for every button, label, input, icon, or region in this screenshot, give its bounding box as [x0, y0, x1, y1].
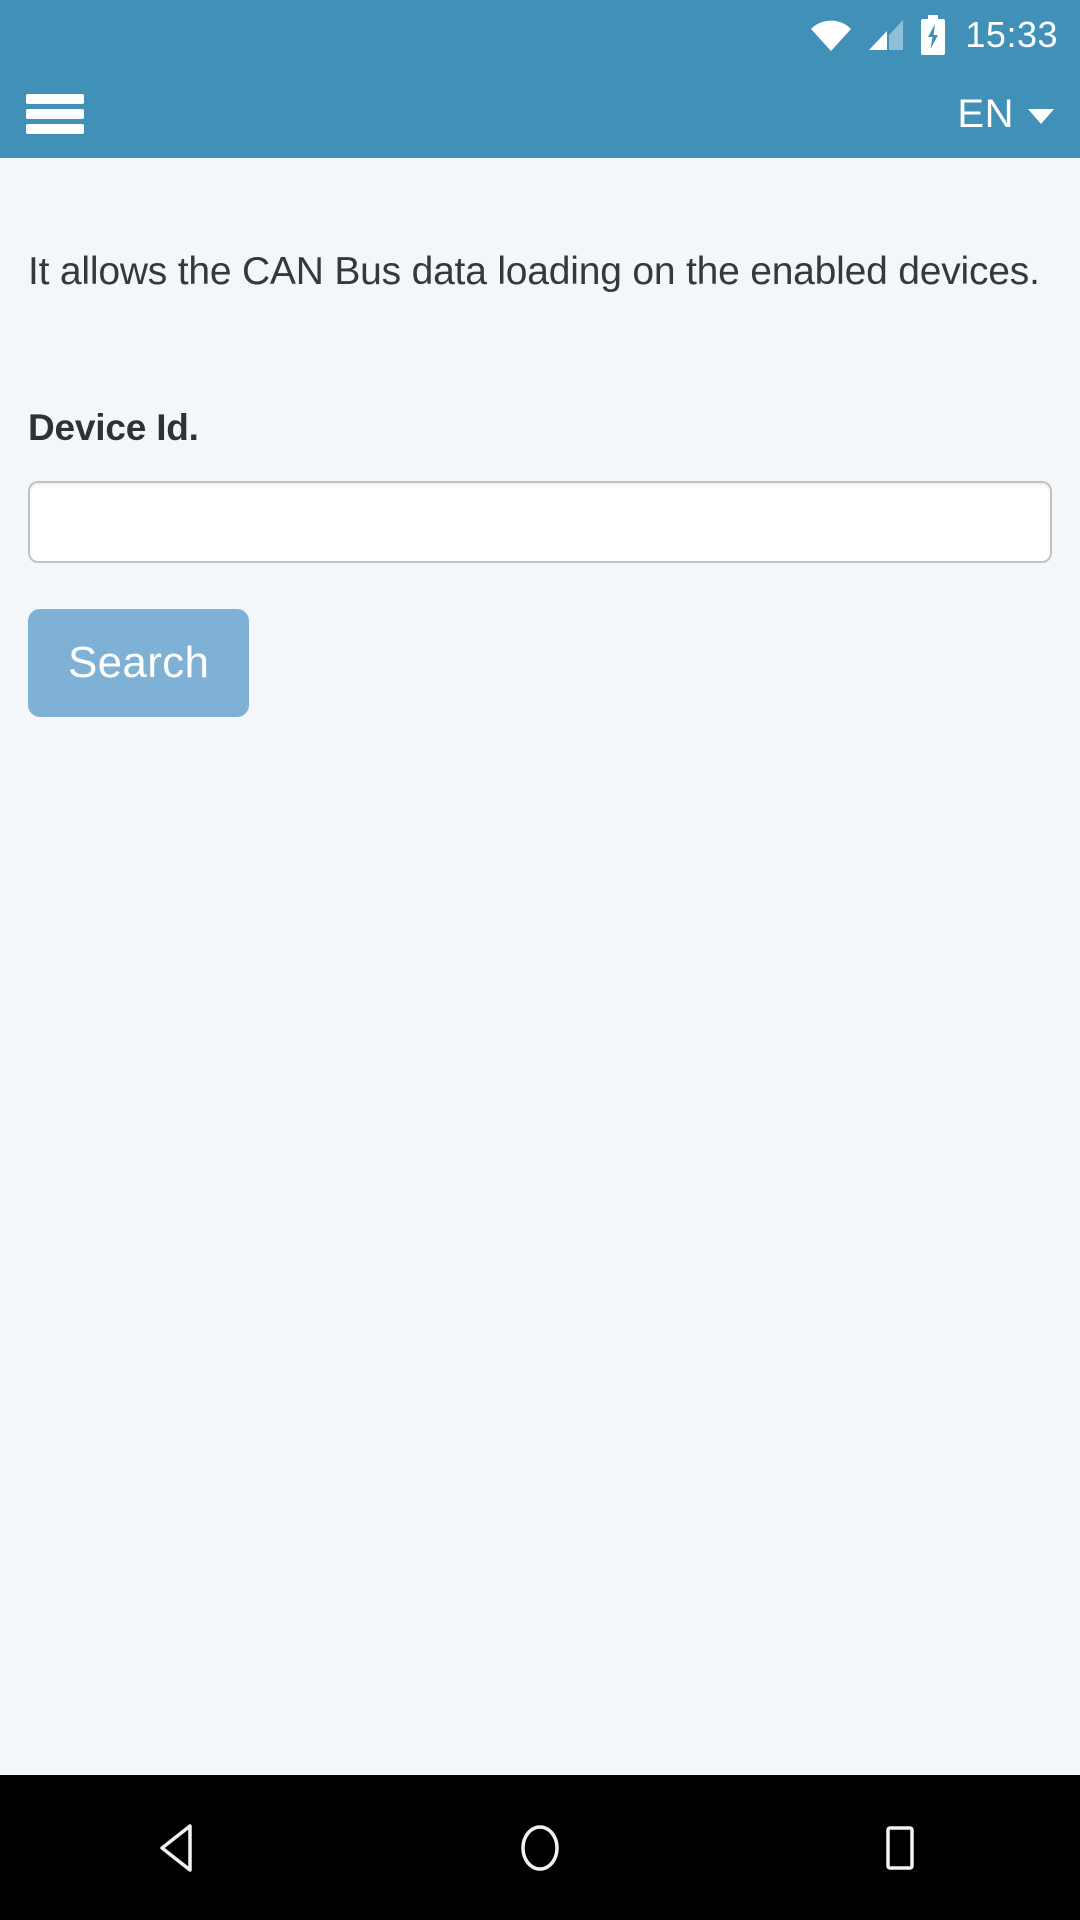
app-screen: 15:33 EN It allows the CAN Bus data load… [0, 0, 1080, 1920]
battery-charging-icon [919, 15, 947, 55]
android-navigation-bar [0, 1775, 1080, 1920]
language-label: EN [957, 91, 1014, 136]
hamburger-bar [26, 124, 84, 134]
search-button[interactable]: Search [28, 608, 250, 717]
wifi-icon [809, 18, 853, 52]
hamburger-bar [26, 109, 84, 119]
home-circle-icon [521, 1824, 559, 1871]
nav-recents-button[interactable] [810, 1775, 990, 1920]
chevron-down-icon [1028, 109, 1054, 124]
recents-square-icon [886, 1825, 914, 1870]
language-selector[interactable]: EN [957, 92, 1054, 137]
app-header: EN [0, 70, 1080, 158]
status-bar: 15:33 [0, 0, 1080, 70]
hamburger-bar [26, 94, 84, 104]
page-description: It allows the CAN Bus data loading on th… [28, 250, 1040, 293]
nav-home-button[interactable] [450, 1775, 630, 1920]
status-time: 15:33 [965, 14, 1058, 55]
back-triangle-icon [160, 1823, 192, 1872]
hamburger-menu-icon[interactable] [26, 92, 84, 136]
device-id-input[interactable] [28, 480, 1052, 563]
nav-back-button[interactable] [90, 1775, 270, 1920]
signal-icon [867, 18, 905, 52]
device-id-label: Device Id. [28, 406, 199, 448]
main-content: It allows the CAN Bus data loading on th… [0, 158, 1080, 1775]
